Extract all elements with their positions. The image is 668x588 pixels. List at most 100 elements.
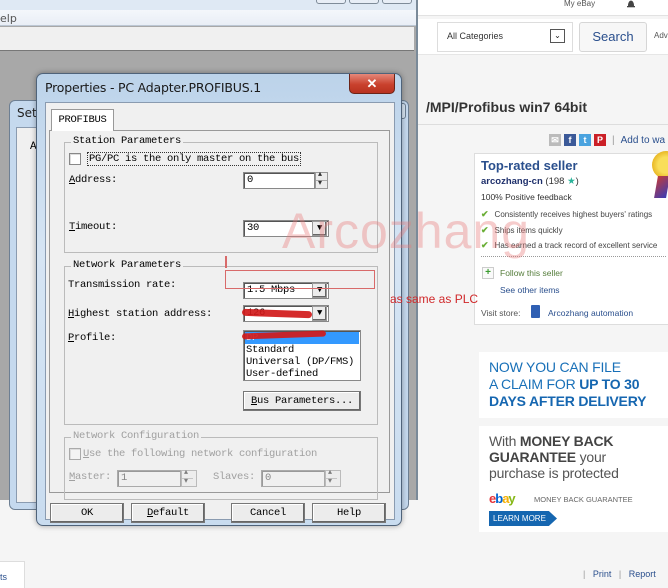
chevron-down-icon[interactable]: ⌄ (550, 29, 565, 43)
timeout-label: Timeout: (69, 221, 118, 233)
app-titlebar (0, 0, 416, 10)
divider (418, 124, 668, 125)
slaves-spinner[interactable] (325, 467, 341, 487)
station-parameters-group: Station Parameters PG/PC is the only mas… (64, 135, 378, 253)
twitter-icon[interactable]: t (579, 134, 591, 146)
menu-bar (0, 10, 416, 26)
checkmark-icon: ✔ (481, 225, 489, 235)
mbg-label: MONEY BACK GUARANTEE (534, 495, 633, 504)
promo-line: A CLAIM FOR UP TO 30 (489, 376, 640, 392)
master-spinner[interactable] (181, 467, 197, 487)
facebook-icon[interactable]: f (564, 134, 576, 146)
chevron-down-icon[interactable]: ▼ (312, 221, 327, 236)
slaves-label: Slaves: (213, 471, 256, 483)
follow-seller-link[interactable]: Follow this seller (500, 268, 563, 278)
bell-icon[interactable] (626, 0, 636, 9)
master-input[interactable]: 1 (117, 470, 181, 487)
money-back-guarantee-banner: With MONEY BACK GUARANTEE your purchase … (479, 426, 668, 532)
category-select-value: All Categories (447, 31, 504, 41)
print-link[interactable]: Print (593, 569, 612, 579)
search-button[interactable]: Search (579, 22, 647, 52)
page-tab-label[interactable]: ts (0, 572, 7, 582)
app-close-button[interactable] (382, 0, 412, 4)
add-to-watchlist-link[interactable]: Add to wa (621, 135, 665, 146)
chevron-down-icon[interactable]: ▼ (312, 306, 327, 321)
promo-line: DAYS AFTER DELIVERY (489, 393, 647, 409)
minimize-button[interactable] (316, 0, 346, 4)
screenshot: My eBay All Categories ⌄ Search Adv /MPI… (0, 0, 668, 588)
pinterest-icon[interactable]: P (594, 134, 606, 146)
promo-line: purchase is protected (489, 465, 619, 481)
default-button[interactable]: Default (131, 503, 205, 523)
dotted-divider (481, 256, 666, 257)
see-other-items-link[interactable]: See other items (500, 285, 560, 295)
group-caption: Network Configuration (71, 430, 202, 442)
master-label: Master: (69, 471, 112, 483)
my-ebay-link[interactable]: My eBay (564, 0, 595, 8)
cancel-button[interactable]: Cancel (231, 503, 305, 523)
claim-promo-banner[interactable]: NOW YOU CAN FILE A CLAIM FOR UP TO 30 DA… (479, 352, 668, 418)
transmission-rate-value: 1.5 Mbps (247, 284, 296, 296)
separator: | (583, 569, 586, 579)
group-caption: Station Parameters (71, 135, 184, 147)
toolbar (0, 27, 414, 51)
dialog-body: PROFIBUS Station Parameters PG/PC is the… (45, 102, 395, 523)
only-master-checkbox[interactable] (69, 153, 81, 165)
checkmark-icon: ✔ (481, 209, 489, 219)
network-parameters-group: Network Parameters Transmission rate: 1.… (64, 259, 378, 425)
tab-profibus[interactable]: PROFIBUS (51, 109, 114, 131)
profile-option[interactable]: Standard (246, 344, 294, 356)
feedback-count[interactable]: 198 (549, 176, 565, 187)
tab-page: Station Parameters PG/PC is the only mas… (49, 130, 390, 500)
maximize-button[interactable] (349, 0, 379, 4)
plus-icon[interactable]: + (482, 267, 494, 279)
address-label: Address: (69, 174, 118, 186)
learn-more-button[interactable]: LEARN MORE (489, 511, 557, 526)
timeout-value: 30 (247, 222, 260, 234)
seller-check-item: ✔ Ships items quickly (481, 225, 563, 235)
dialog-title: Properties - PC Adapter.PROFIBUS.1 (45, 80, 262, 95)
email-share-icon[interactable]: ✉ (549, 134, 561, 146)
ebay-logo: ebay (489, 491, 516, 506)
timeout-select[interactable]: 30 ▼ (243, 220, 329, 237)
promo-line: NOW YOU CAN FILE (489, 359, 621, 375)
transmission-rate-label: Transmission rate: (68, 279, 177, 291)
profile-option[interactable]: Universal (DP/FMS) (246, 356, 354, 368)
advanced-search-link[interactable]: Adv (654, 31, 668, 40)
transmission-rate-select[interactable]: 1.5 Mbps ▼ (243, 282, 329, 299)
profile-label: Profile: (68, 332, 117, 344)
annotation-note: as same as PLC (390, 292, 479, 306)
share-row: ✉ f t P | Add to wa (549, 133, 665, 147)
chevron-down-icon[interactable]: ▼ (312, 283, 327, 298)
positive-feedback: 100% Positive feedback (481, 192, 572, 202)
store-icon[interactable] (531, 305, 540, 318)
ok-button[interactable]: OK (50, 503, 124, 523)
footer-links: | Print | Report (578, 569, 656, 579)
top-rated-seller-heading: Top-rated seller (481, 158, 578, 173)
help-button[interactable]: Help (312, 503, 386, 523)
report-link[interactable]: Report (629, 569, 656, 579)
seller-name-link[interactable]: arcozhang-cn (481, 176, 543, 187)
seller-check-item: ✔ Consistently receives highest buyers' r… (481, 209, 653, 219)
item-title: /MPI/Profibus win7 64bit (426, 99, 588, 115)
bus-parameters-button[interactable]: Bus Parameters... (243, 391, 361, 411)
visit-store-label: Visit store: (481, 308, 521, 318)
group-caption: Network Parameters (71, 259, 184, 271)
promo-line: GUARANTEE your (489, 449, 606, 465)
profile-option[interactable]: User-defined (246, 368, 318, 380)
star-icon: ★ (567, 176, 576, 187)
use-network-config-checkbox[interactable] (69, 448, 81, 460)
separator: | (618, 569, 622, 579)
checkmark-icon: ✔ (481, 240, 489, 250)
slaves-input[interactable]: 0 (261, 470, 325, 487)
only-master-label[interactable]: PG/PC is the only master on the bus (87, 152, 302, 166)
menu-help[interactable]: elp (0, 12, 17, 25)
address-spinner[interactable] (315, 169, 328, 189)
store-link[interactable]: Arcozhang automation (548, 308, 633, 318)
close-icon[interactable]: ✕ (349, 74, 395, 94)
category-select[interactable]: All Categories ⌄ (437, 22, 573, 52)
annotation-mark (225, 256, 227, 268)
highest-station-address-label: Highest station address: (68, 308, 213, 320)
network-configuration-group: Network Configuration Use the following … (64, 430, 378, 500)
address-input[interactable]: 0 (243, 172, 315, 189)
